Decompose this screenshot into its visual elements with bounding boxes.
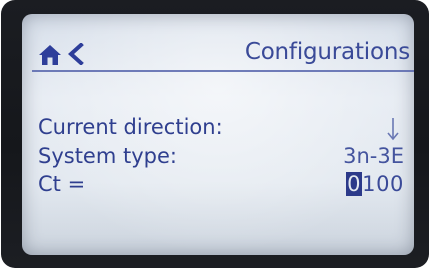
setting-row-ct[interactable]: Ct = 0100 <box>38 172 404 202</box>
setting-row-current-direction[interactable]: Current direction: <box>38 115 404 145</box>
ct-value-field[interactable]: 0100 <box>346 172 404 196</box>
device-bezel: Configurations Current direction: System… <box>1 0 429 268</box>
ct-label: Ct = <box>38 172 86 196</box>
setting-row-system-type[interactable]: System type: 3n-3E <box>38 144 404 174</box>
system-type-label: System type: <box>38 144 177 168</box>
page-title: Configurations <box>244 39 410 65</box>
system-type-value: 3n-3E <box>343 144 404 168</box>
ct-remaining-digits: 100 <box>362 172 404 196</box>
header-divider <box>32 70 414 72</box>
screen-header: Configurations <box>22 14 414 70</box>
home-icon[interactable] <box>38 44 62 66</box>
chevron-left-icon[interactable] <box>67 43 85 65</box>
current-direction-label: Current direction: <box>38 115 223 139</box>
lcd-screen: Configurations Current direction: System… <box>22 14 414 255</box>
ct-selected-digit[interactable]: 0 <box>346 172 363 196</box>
arrow-down-icon <box>387 118 399 141</box>
